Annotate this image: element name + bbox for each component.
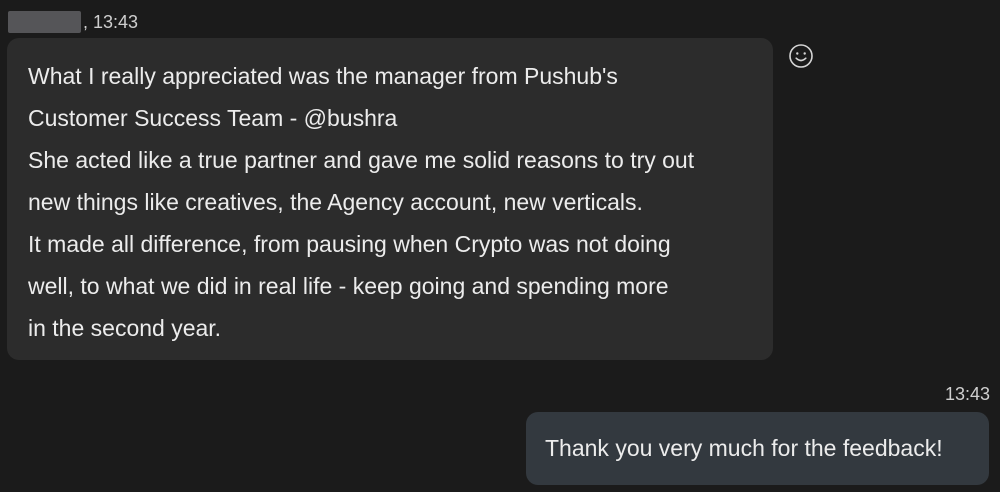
incoming-message-header: , 13:43 [8, 9, 138, 35]
message-line: She acted like a true partner and gave m… [28, 147, 695, 173]
incoming-timestamp: , 13:43 [83, 11, 139, 32]
add-reaction-button[interactable] [788, 43, 814, 69]
outgoing-timestamp: 13:43 [944, 384, 990, 404]
outgoing-message-bubble: Thank you very much for the feedback! [526, 412, 989, 485]
message-line: in the second year. [28, 315, 222, 341]
chat-thread: , 13:43 What I really appreciated was th… [0, 0, 1000, 492]
message-line: new things like creatives, the Agency ac… [28, 189, 643, 215]
message-line: What I really appreciated was the manage… [28, 63, 618, 89]
message-line: Customer Success Team - @bushra [28, 105, 398, 131]
incoming-message-bubble: What I really appreciated was the manage… [7, 38, 773, 360]
message-line: well, to what we did in real life - keep… [28, 273, 669, 299]
message-line: It made all difference, from pausing whe… [28, 231, 671, 257]
smiley-icon [789, 44, 813, 68]
redacted-sender-name [8, 11, 81, 33]
outgoing-message-text: Thank you very much for the feedback! [545, 435, 943, 461]
